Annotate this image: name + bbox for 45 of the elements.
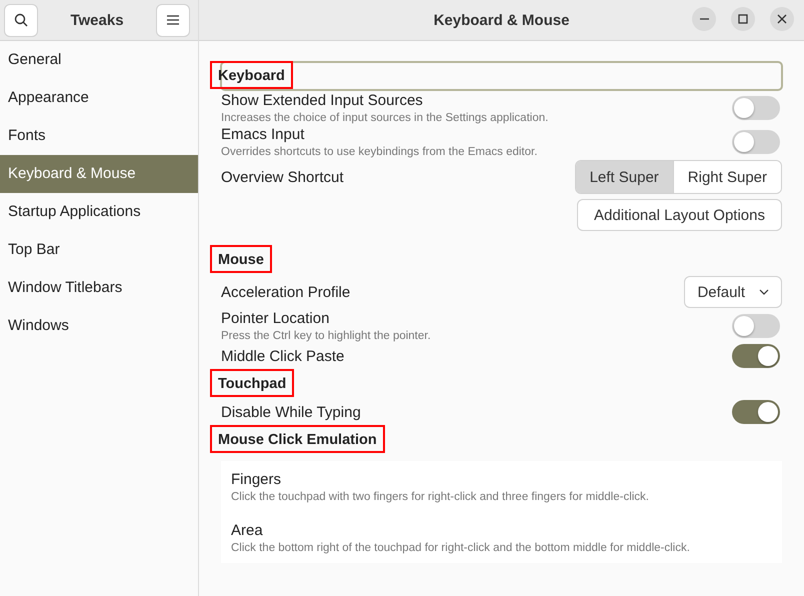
window-title: Keyboard & Mouse (434, 12, 570, 28)
close-button[interactable] (770, 7, 794, 31)
maximize-icon (738, 14, 748, 24)
setting-label: Disable While Typing (221, 404, 361, 420)
option-item[interactable]: Fingers Click the touchpad with two fingers for right-click and three fingers for middle-click. (231, 461, 772, 512)
menu-icon (167, 15, 179, 25)
sidebar-item[interactable]: Windows (0, 307, 198, 345)
segment-button[interactable]: Left Super (576, 161, 674, 193)
setting-description: Overrides shortcuts to use keybindings from the Emacs editor. (221, 146, 538, 158)
section-heading: Touchpad (218, 376, 286, 392)
section-heading: Keyboard (218, 68, 285, 84)
sidebar-item[interactable]: General (0, 41, 198, 79)
search-icon (14, 13, 28, 27)
sidebar-item[interactable]: Fonts (0, 117, 198, 155)
segment-button[interactable]: Right Super (674, 161, 781, 193)
layout-options-button[interactable]: Additional Layout Options (577, 199, 782, 231)
chevron-down-icon (759, 289, 769, 295)
close-icon (777, 14, 787, 24)
app-title: Tweaks (70, 12, 124, 28)
toggle-switch[interactable] (732, 400, 780, 424)
menu-button[interactable] (156, 4, 190, 36)
toggle-switch[interactable] (732, 96, 780, 120)
search-button[interactable] (4, 4, 38, 36)
sidebar-item[interactable]: Appearance (0, 79, 198, 117)
setting-label: Show Extended Input Sources (221, 92, 424, 109)
option-item[interactable]: Area Click the bottom right of the touchpad for right-click and the bottom middle for middle-click. (231, 512, 772, 563)
setting-label: Middle Click Paste (221, 348, 344, 364)
toggle-switch[interactable] (732, 130, 780, 154)
toggle-switch[interactable] (732, 314, 780, 338)
setting-label: Pointer Location (221, 310, 330, 327)
sidebar-item[interactable]: Window Titlebars (0, 269, 198, 307)
toggle-switch[interactable] (732, 344, 780, 368)
setting-label: Emacs Input (221, 126, 306, 143)
setting-label: Overview Shortcut (221, 168, 344, 186)
sidebar-item[interactable]: Startup Applications (0, 193, 198, 231)
profile-dropdown[interactable]: Default (684, 276, 782, 308)
setting-description: Press the Ctrl key to highlight the pointer. (221, 330, 431, 342)
section-heading: Mouse (218, 252, 264, 268)
sidebar-item[interactable]: Top Bar (0, 231, 198, 269)
setting-label: Acceleration Profile (221, 284, 350, 300)
maximize-button[interactable] (731, 7, 755, 31)
minimize-icon (700, 18, 708, 20)
setting-description: Increases the choice of input sources in the Settings application. (221, 112, 548, 124)
sidebar-item[interactable]: Keyboard & Mouse (0, 155, 198, 193)
section-heading: Mouse Click Emulation (218, 432, 377, 448)
